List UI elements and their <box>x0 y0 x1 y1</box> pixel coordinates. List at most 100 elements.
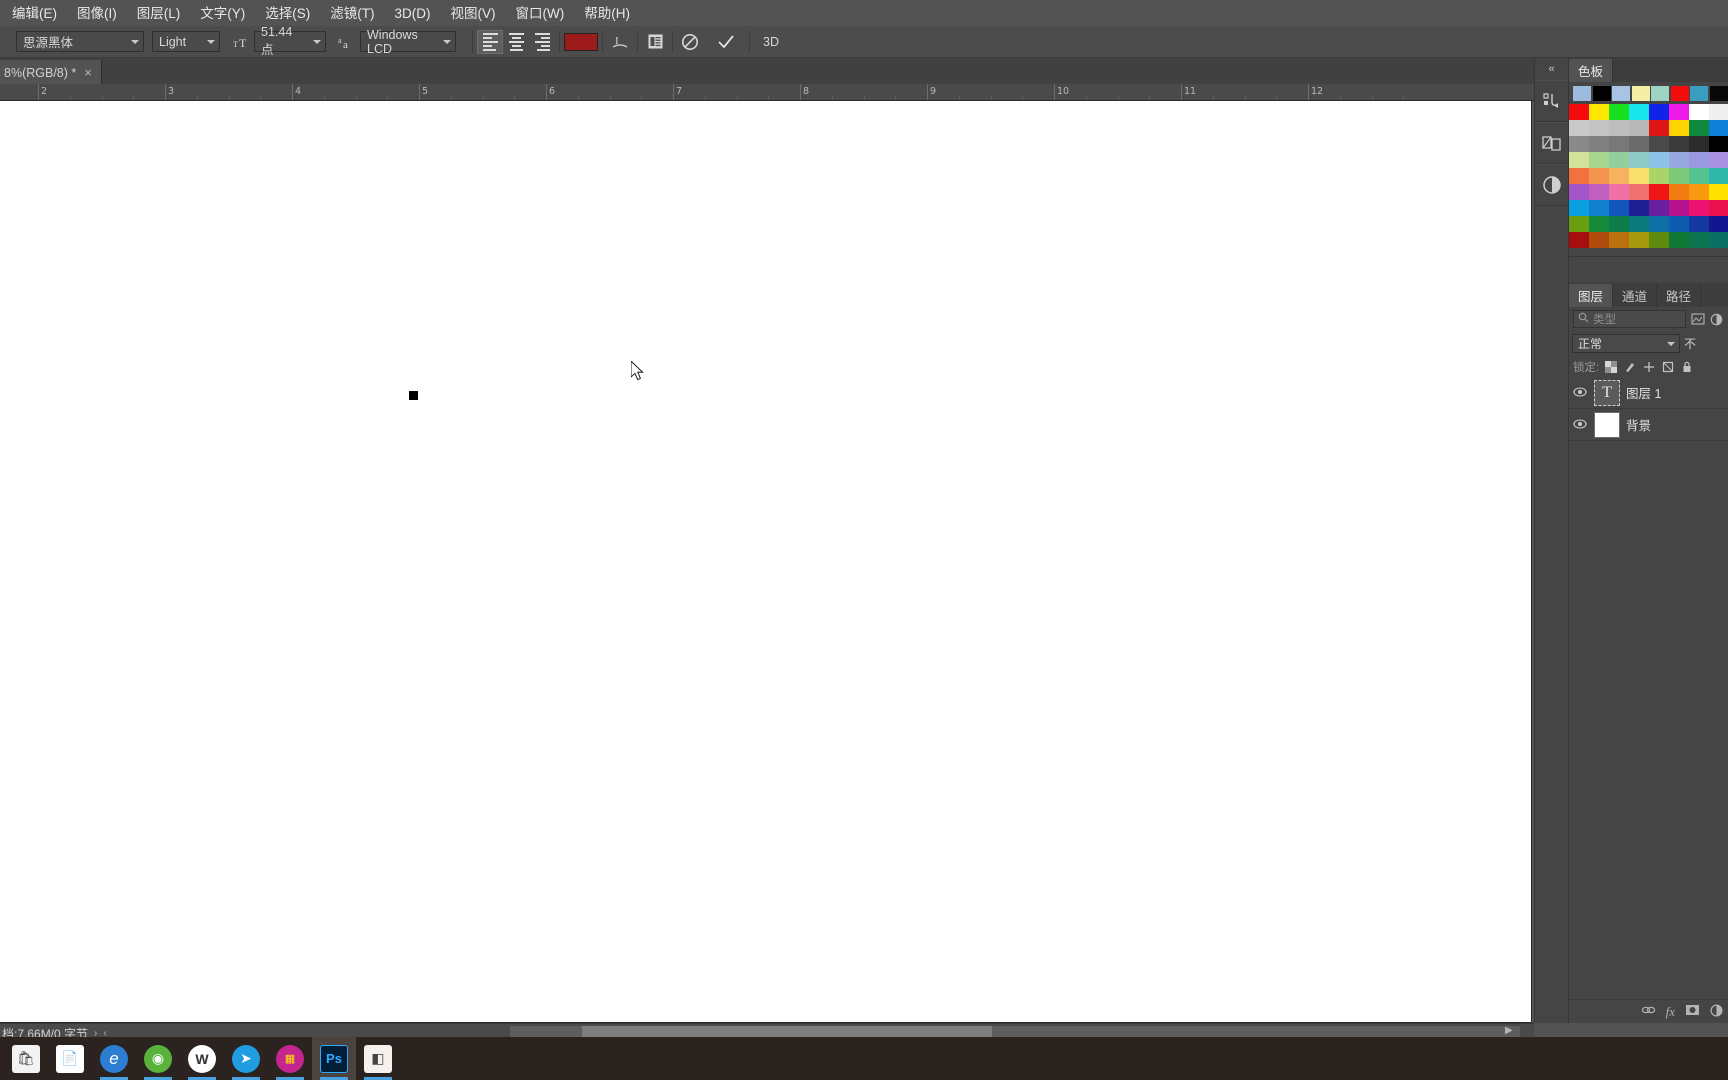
swatch-cell[interactable] <box>1689 120 1709 136</box>
layer-name[interactable]: 图层 1 <box>1626 383 1661 402</box>
menu-filter[interactable]: 滤镜(T) <box>320 1 384 26</box>
swatch-recent[interactable] <box>1709 86 1728 101</box>
swatch-cell[interactable] <box>1589 104 1609 120</box>
swatch-cell[interactable] <box>1709 184 1728 200</box>
canvas-area[interactable] <box>0 101 1534 1023</box>
document-tab[interactable]: 8%(RGB/8) * × <box>0 60 102 85</box>
lock-position-icon[interactable] <box>1642 360 1656 374</box>
layer-thumbnail[interactable]: T <box>1594 379 1620 406</box>
layer-row[interactable]: T 图层 1 <box>1569 377 1728 409</box>
swatch-cell[interactable] <box>1569 136 1589 152</box>
swatch-cell[interactable] <box>1669 104 1689 120</box>
swatch-cell[interactable] <box>1649 152 1669 168</box>
swatch-cell[interactable] <box>1609 232 1629 248</box>
font-size-select[interactable]: 51.44 点 <box>254 25 326 57</box>
swatch-cell[interactable] <box>1689 216 1709 232</box>
horizontal-ruler[interactable]: 2 3 4 5 6 7 8 9 10 11 12 <box>0 84 1534 101</box>
swatch-cell[interactable] <box>1649 136 1669 152</box>
swatch-cell[interactable] <box>1569 184 1589 200</box>
swatch-cell[interactable] <box>1689 152 1709 168</box>
horizontal-scroll-thumb[interactable] <box>582 1026 992 1037</box>
swatch-cell[interactable] <box>1689 232 1709 248</box>
character-paragraph-panel-button[interactable] <box>642 30 668 54</box>
swatch-cell[interactable] <box>1609 120 1629 136</box>
menu-help[interactable]: 帮助(H) <box>574 1 640 26</box>
swatch-cell[interactable] <box>1569 232 1589 248</box>
tab-channels[interactable]: 通道 <box>1613 284 1658 307</box>
taskbar-office-app[interactable]: ◧ <box>356 1037 400 1080</box>
swatch-cell[interactable] <box>1669 200 1689 216</box>
swatch-cell[interactable] <box>1709 104 1728 120</box>
canvas-document[interactable] <box>0 101 1531 1022</box>
toggle-3d-button[interactable]: 3D <box>754 30 788 54</box>
swatch-cell[interactable] <box>1589 152 1609 168</box>
swatch-cell[interactable] <box>1669 152 1689 168</box>
swatch-cell[interactable] <box>1589 200 1609 216</box>
taskbar-microsoft-store[interactable]: 🛍 <box>4 1037 48 1080</box>
swatch-cell[interactable] <box>1649 120 1669 136</box>
scroll-right-icon[interactable]: ▶ <box>1505 1025 1513 1036</box>
menu-view[interactable]: 视图(V) <box>441 1 506 26</box>
close-icon[interactable]: × <box>84 66 92 79</box>
swatch-cell[interactable] <box>1589 168 1609 184</box>
swatch-cell[interactable] <box>1649 168 1669 184</box>
swatch-cell[interactable] <box>1669 168 1689 184</box>
menu-image[interactable]: 图像(I) <box>67 1 127 26</box>
swatch-cell[interactable] <box>1569 168 1589 184</box>
antialias-method-select[interactable]: Windows LCD <box>360 28 456 56</box>
swatch-cell[interactable] <box>1669 120 1689 136</box>
layer-name[interactable]: 背景 <box>1626 415 1651 434</box>
layer-visibility-icon[interactable] <box>1572 418 1588 432</box>
swatch-cell[interactable] <box>1709 152 1728 168</box>
swatch-cell[interactable] <box>1569 216 1589 232</box>
menu-layer[interactable]: 图层(L) <box>127 1 191 26</box>
swatch-cell[interactable] <box>1609 104 1629 120</box>
swatch-cell[interactable] <box>1629 216 1649 232</box>
link-layers-icon[interactable] <box>1641 1004 1656 1019</box>
swatch-cell[interactable] <box>1709 136 1728 152</box>
layer-comps-icon[interactable] <box>1535 122 1569 164</box>
menu-edit[interactable]: 编辑(E) <box>2 1 67 26</box>
swatch-cell[interactable] <box>1609 184 1629 200</box>
pixel-filter-icon[interactable] <box>1690 312 1705 327</box>
layer-row[interactable]: 背景 <box>1569 409 1728 441</box>
swatch-recent-row[interactable] <box>1569 82 1728 104</box>
swatch-cell[interactable] <box>1669 136 1689 152</box>
swatch-cell[interactable] <box>1589 232 1609 248</box>
swatch-cell[interactable] <box>1609 152 1629 168</box>
adjustment-filter-icon[interactable] <box>1709 312 1724 327</box>
swatch-recent[interactable] <box>1651 86 1669 101</box>
swatch-cell[interactable] <box>1669 232 1689 248</box>
swatch-recent[interactable] <box>1573 86 1591 101</box>
swatch-cell[interactable] <box>1589 216 1609 232</box>
swatch-cell[interactable] <box>1689 184 1709 200</box>
swatch-cell[interactable] <box>1609 168 1629 184</box>
swatch-cell[interactable] <box>1669 216 1689 232</box>
swatch-cell[interactable] <box>1629 120 1649 136</box>
blend-mode-select[interactable]: 正常 <box>1572 334 1680 353</box>
layer-filter-select[interactable]: 类型 <box>1573 310 1686 328</box>
swatch-cell[interactable] <box>1629 136 1649 152</box>
taskbar-green-app[interactable]: ◉ <box>136 1037 180 1080</box>
adjustments-icon[interactable] <box>1535 164 1569 206</box>
swatch-cell[interactable] <box>1589 120 1609 136</box>
text-color-swatch[interactable] <box>564 32 598 51</box>
swatch-cell[interactable] <box>1689 200 1709 216</box>
swatch-recent[interactable] <box>1612 86 1630 101</box>
menu-type[interactable]: 文字(Y) <box>190 1 255 26</box>
align-right-button[interactable] <box>529 30 555 54</box>
align-center-button[interactable] <box>503 30 529 54</box>
history-actions-icon[interactable] <box>1535 80 1569 122</box>
tab-swatches[interactable]: 色板 <box>1569 59 1614 82</box>
swatch-cell[interactable] <box>1709 168 1728 184</box>
tab-layers[interactable]: 图层 <box>1569 284 1614 307</box>
swatch-cell[interactable] <box>1709 216 1728 232</box>
cancel-edit-button[interactable] <box>677 30 703 54</box>
lock-all-icon[interactable] <box>1680 360 1694 374</box>
swatch-grid[interactable] <box>1569 104 1728 248</box>
swatch-cell[interactable] <box>1629 152 1649 168</box>
swatch-cell[interactable] <box>1669 184 1689 200</box>
swatch-recent[interactable] <box>1592 86 1611 101</box>
swatch-recent[interactable] <box>1631 86 1650 101</box>
layer-thumbnail[interactable] <box>1594 411 1620 438</box>
